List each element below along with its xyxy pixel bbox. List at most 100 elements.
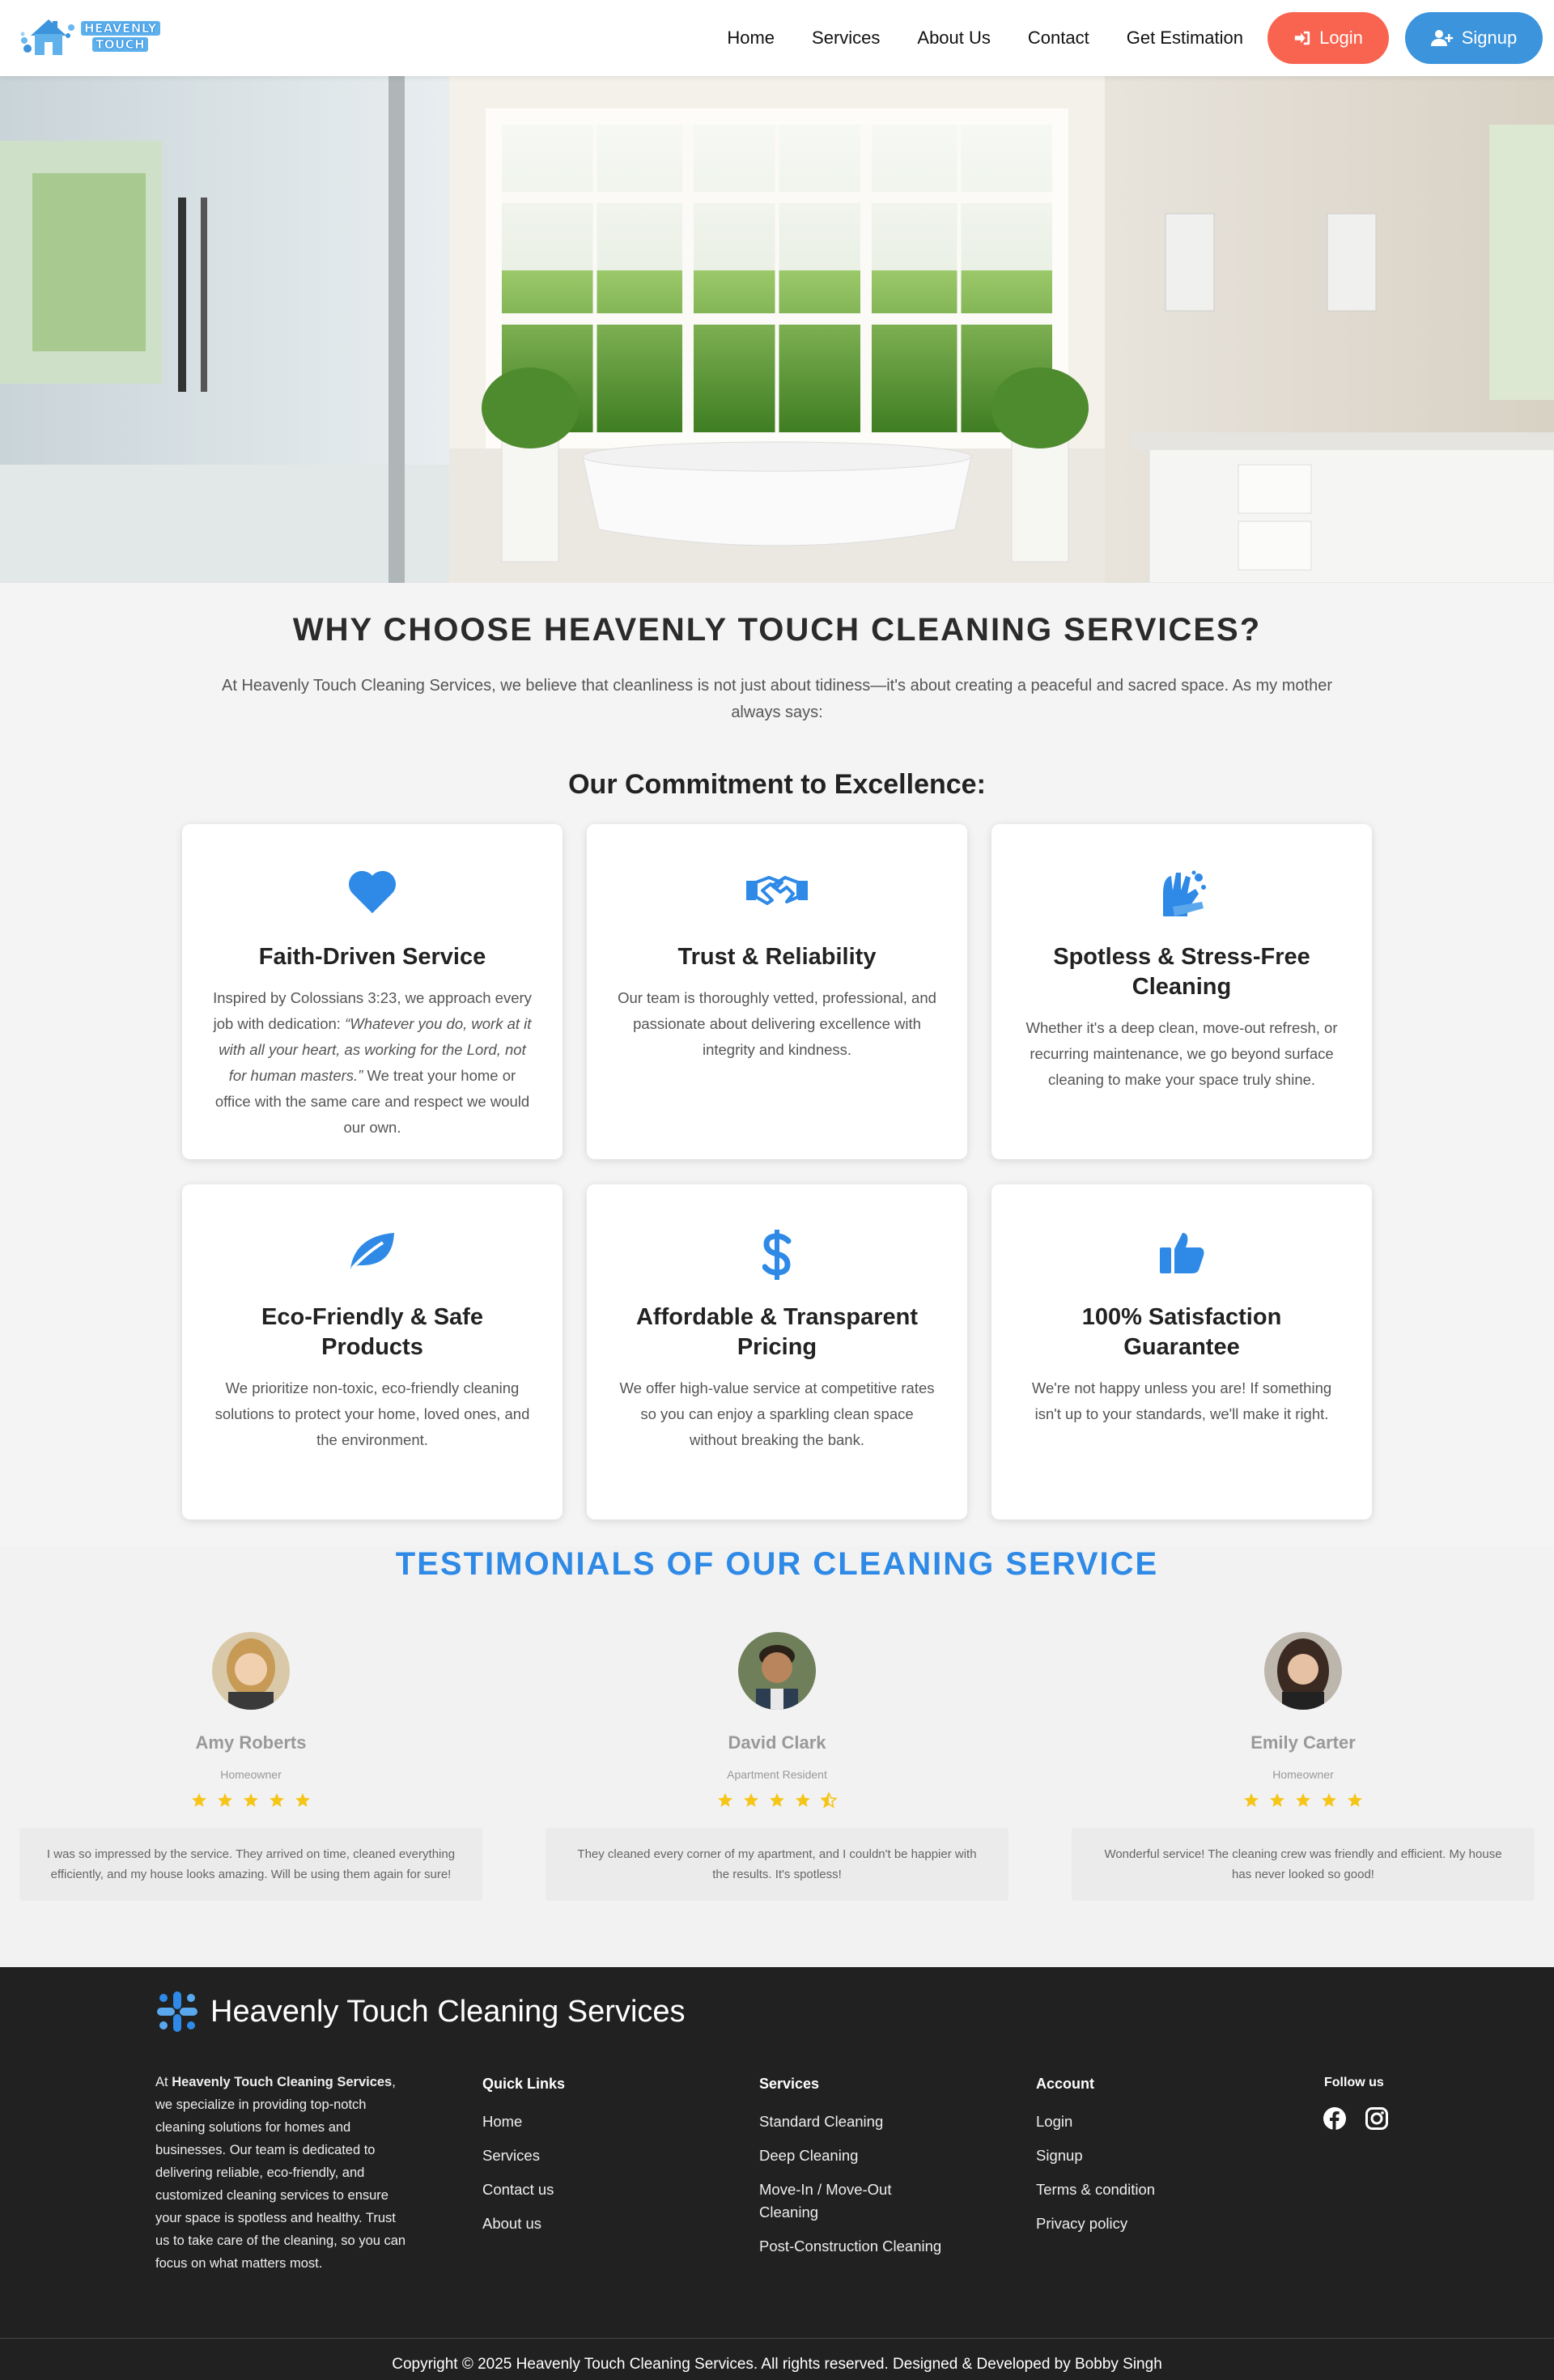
testimonial-card: David Clark Apartment Resident They clea…: [546, 1632, 1008, 1901]
signup-button[interactable]: Signup: [1405, 12, 1543, 64]
star-icon: [1322, 1793, 1336, 1807]
why-intro-text: At Heavenly Touch Cleaning Services, we …: [222, 677, 1332, 721]
star-icon: [1296, 1793, 1310, 1807]
star-icon: [270, 1793, 284, 1807]
commitment-title: Our Commitment to Excellence:: [568, 769, 986, 800]
footer-quick-links: Quick Links Home Services Contact us Abo…: [482, 2076, 565, 2246]
nav-services[interactable]: Services: [812, 28, 880, 49]
logo-text-line2: TOUCH: [92, 37, 149, 52]
avatar: [1264, 1632, 1342, 1710]
testimonial-name: Emily Carter: [1250, 1732, 1356, 1753]
site-footer: Heavenly Touch Cleaning Services At Heav…: [0, 1967, 1554, 2380]
footer-link-standard-cleaning[interactable]: Standard Cleaning: [759, 2110, 953, 2133]
footer-link-home[interactable]: Home: [482, 2110, 565, 2133]
card-title: 100% Satisfaction Guarantee: [1081, 1304, 1282, 1360]
dollar-icon: [762, 1230, 792, 1280]
handshake-icon: [746, 876, 808, 905]
testimonial-role: Homeowner: [220, 1768, 282, 1781]
social-links: [1323, 2106, 1389, 2131]
card-title: Trust & Reliability: [677, 944, 877, 970]
logo-house-icon: [20, 19, 74, 55]
nav-about-us[interactable]: About Us: [917, 28, 991, 49]
footer-link-deep-cleaning[interactable]: Deep Cleaning: [759, 2144, 953, 2167]
footer-link-move-cleaning[interactable]: Move-In / Move-Out Cleaning: [759, 2178, 953, 2224]
card-eco-friendly: Eco-Friendly & Safe Products We prioriti…: [182, 1184, 563, 1519]
card-spotless: Spotless & Stress-Free Cleaning Whether …: [991, 824, 1372, 1159]
star-icon: [244, 1793, 258, 1807]
why-title: WHY CHOOSE HEAVENLY TOUCH CLEANING SERVI…: [292, 612, 1262, 648]
logo[interactable]: HEAVENLY TOUCH: [19, 15, 181, 58]
facebook-icon[interactable]: [1323, 2106, 1347, 2131]
card-text: We're not happy unless you are! If somet…: [1031, 1379, 1332, 1422]
footer-link-signup[interactable]: Signup: [1036, 2144, 1155, 2167]
card-text: Whether it's a deep clean, move-out refr…: [1025, 1019, 1338, 1088]
testimonial-name: Amy Roberts: [195, 1732, 307, 1753]
testimonial-quote: Wonderful service! The cleaning crew was…: [1072, 1828, 1535, 1901]
card-text: Our team is thoroughly vetted, professio…: [618, 989, 936, 1058]
nav-contact[interactable]: Contact: [1028, 28, 1089, 49]
footer-services: Services Standard Cleaning Deep Cleaning…: [759, 2076, 953, 2269]
site-header: HEAVENLY TOUCH Home Services About Us Co…: [0, 0, 1554, 76]
testimonial-role: Homeowner: [1272, 1768, 1334, 1781]
testimonial-quote: I was so impressed by the service. They …: [19, 1828, 482, 1901]
card-satisfaction: 100% Satisfaction Guarantee We're not ha…: [991, 1184, 1372, 1519]
card-title: Faith-Driven Service: [258, 944, 486, 970]
footer-copyright: Copyright © 2025 Heavenly Touch Cleaning…: [392, 2356, 1162, 2373]
footer-divider: [0, 2338, 1554, 2339]
testimonial-role: Apartment Resident: [727, 1768, 827, 1781]
card-faith-driven: Faith-Driven Service Inspired by Colossi…: [182, 824, 563, 1159]
star-icon: [770, 1793, 784, 1807]
star-icon: [1348, 1793, 1362, 1807]
instagram-icon[interactable]: [1365, 2106, 1389, 2131]
footer-col-title: Account: [1036, 2076, 1094, 2092]
footer-link-login[interactable]: Login: [1036, 2110, 1155, 2133]
footer-col-title: Services: [759, 2076, 820, 2092]
footer-follow-title: Follow us: [1324, 2076, 1384, 2089]
nav-get-estimation[interactable]: Get Estimation: [1127, 28, 1243, 49]
testimonials-title: TESTIMONIALS OF OUR CLEANING SERVICE: [395, 1546, 1159, 1582]
main-nav: Home Services About Us Contact Get Estim…: [727, 11, 1543, 65]
nav-home[interactable]: Home: [727, 28, 775, 49]
footer-link-contact[interactable]: Contact us: [482, 2178, 565, 2201]
star-icon: [744, 1793, 758, 1807]
heart-icon: [349, 870, 396, 914]
slack-like-logo-icon: [157, 1991, 197, 2032]
user-plus-icon: [1430, 30, 1453, 46]
footer-brand[interactable]: Heavenly Touch Cleaning Services: [155, 1990, 686, 2034]
star-rating: [19, 1792, 482, 1808]
footer-link-about[interactable]: About us: [482, 2212, 565, 2235]
hands-clean-icon: [1163, 870, 1206, 916]
star-icon: [1270, 1793, 1284, 1807]
card-text: We prioritize non-toxic, eco-friendly cl…: [214, 1379, 530, 1448]
login-label: Login: [1319, 28, 1363, 48]
star-icon: [796, 1793, 810, 1807]
why-section: WHY CHOOSE HEAVENLY TOUCH CLEANING SERVI…: [0, 612, 1554, 726]
star-icon: [718, 1793, 732, 1807]
footer-link-terms[interactable]: Terms & condition: [1036, 2178, 1155, 2201]
star-rating: [546, 1792, 1008, 1808]
card-text: We offer high-value service at competiti…: [619, 1379, 935, 1448]
card-title: Eco-Friendly & Safe Products: [261, 1304, 483, 1360]
thumbs-up-icon: [1160, 1233, 1204, 1273]
card-title: Spotless & Stress-Free Cleaning: [1053, 944, 1310, 1000]
card-affordable: Affordable & Transparent Pricing We offe…: [587, 1184, 967, 1519]
footer-link-post-construction[interactable]: Post-Construction Cleaning: [759, 2235, 953, 2258]
footer-col-title: Quick Links: [482, 2076, 566, 2092]
star-icon: [1244, 1793, 1259, 1807]
star-half-icon: [821, 1792, 837, 1808]
footer-link-services[interactable]: Services: [482, 2144, 565, 2167]
avatar: [738, 1632, 816, 1710]
testimonial-card: Amy Roberts Homeowner I was so impressed…: [19, 1632, 482, 1901]
testimonial-name: David Clark: [728, 1732, 826, 1753]
star-icon: [192, 1793, 206, 1807]
star-icon: [218, 1793, 232, 1807]
footer-link-privacy[interactable]: Privacy policy: [1036, 2212, 1155, 2235]
testimonial-card: Emily Carter Homeowner Wonderful service…: [1072, 1632, 1535, 1901]
card-text: Inspired by Colossians 3:23, we approach…: [213, 989, 532, 1136]
leaf-icon: [350, 1233, 394, 1270]
bathroom-hero-illustration: [0, 76, 1554, 583]
star-icon: [295, 1793, 310, 1807]
hero-image: [0, 76, 1554, 583]
testimonial-quote: They cleaned every corner of my apartmen…: [546, 1828, 1008, 1901]
login-button[interactable]: Login: [1267, 12, 1389, 64]
